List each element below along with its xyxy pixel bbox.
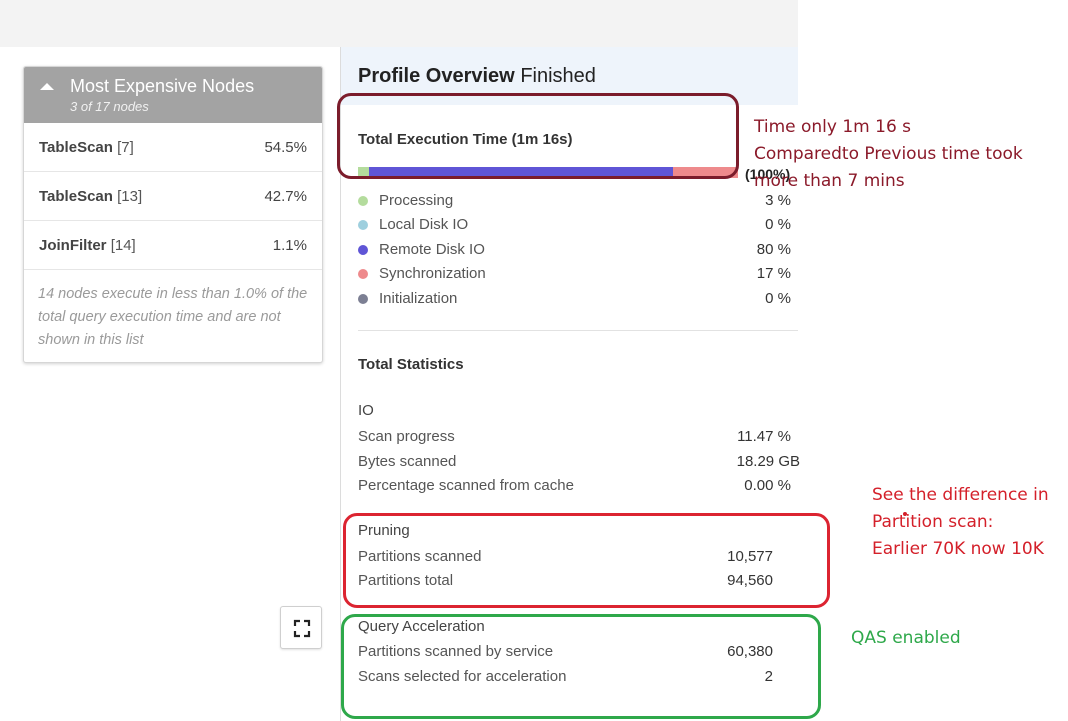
overview-status: Finished bbox=[520, 65, 596, 87]
node-row[interactable]: TableScan [13] 42.7% bbox=[24, 172, 322, 221]
node-percent: 42.7% bbox=[264, 187, 307, 205]
annotation-line: more than 7 mins bbox=[754, 171, 905, 191]
profile-overview-title: Profile Overview Finished bbox=[358, 65, 596, 88]
node-row[interactable]: TableScan [7] 54.5% bbox=[24, 123, 322, 172]
node-name: JoinFilter bbox=[39, 236, 107, 254]
legend-label: Local Disk IO bbox=[379, 216, 469, 233]
legend-dot bbox=[358, 294, 368, 304]
legend-label: Synchronization bbox=[379, 265, 486, 282]
section-divider bbox=[358, 330, 798, 331]
node-percent: 1.1% bbox=[272, 236, 307, 254]
legend-dot bbox=[358, 196, 368, 206]
stat-row: Scan progress 11.47 % bbox=[358, 426, 791, 448]
stat-value: 0.00 % bbox=[744, 477, 791, 494]
legend-row-initialization: Initialization 0 % bbox=[358, 288, 794, 310]
annotation-line: See the difference in bbox=[872, 485, 1049, 505]
annotation-line: Earlier 70K now 10K bbox=[872, 539, 1044, 559]
legend-value: 0 % bbox=[765, 290, 791, 307]
legend-label: Remote Disk IO bbox=[379, 241, 485, 258]
annotation-line: Comparedto Previous time took bbox=[754, 144, 1023, 164]
total-statistics-title: Total Statistics bbox=[358, 356, 464, 373]
legend-label: Initialization bbox=[379, 290, 458, 307]
nodes-panel-title: Most Expensive Nodes bbox=[70, 76, 255, 96]
annotation-line: Time only 1m 16 s bbox=[754, 117, 912, 137]
collapse-caret-icon[interactable] bbox=[40, 83, 54, 90]
stat-label: Percentage scanned from cache bbox=[358, 477, 574, 494]
io-group-title: IO bbox=[358, 402, 374, 419]
annotation-box-acceleration bbox=[341, 614, 821, 719]
node-index: [14] bbox=[110, 236, 136, 254]
annotation-box-execution-time bbox=[337, 93, 739, 179]
annotation-box-pruning bbox=[343, 513, 830, 608]
legend-dot bbox=[358, 245, 368, 255]
stat-value: 11.47 % bbox=[737, 428, 791, 445]
node-label: JoinFilter [14] bbox=[39, 237, 136, 254]
nodes-panel-subtitle: 3 of 17 nodes bbox=[70, 99, 149, 114]
fullscreen-icon bbox=[293, 619, 311, 638]
annotation-partition-note: See the difference in Partition scan: Ea… bbox=[872, 482, 1049, 563]
node-row[interactable]: JoinFilter [14] 1.1% bbox=[24, 221, 322, 270]
legend-label: Processing bbox=[379, 192, 454, 209]
stat-row: Percentage scanned from cache 0.00 % bbox=[358, 475, 791, 497]
top-toolbar bbox=[0, 0, 798, 47]
legend-row-synchronization: Synchronization 17 % bbox=[358, 263, 794, 285]
most-expensive-nodes-panel: Most Expensive Nodes 3 of 17 nodes Table… bbox=[23, 66, 323, 363]
legend-value: 17 % bbox=[756, 265, 791, 282]
stat-row: Bytes scanned 18.29 GB bbox=[358, 451, 800, 473]
legend-dot bbox=[358, 269, 368, 279]
stat-value: 18.29 GB bbox=[736, 453, 800, 470]
node-index: [13] bbox=[117, 187, 143, 205]
stat-label: Bytes scanned bbox=[358, 453, 457, 470]
node-name: TableScan bbox=[39, 138, 113, 156]
node-index: [7] bbox=[117, 138, 134, 156]
annotation-line: Partition scan: bbox=[872, 512, 994, 532]
legend-row-processing: Processing 3 % bbox=[358, 190, 794, 212]
annotation-dot bbox=[903, 512, 907, 516]
nodes-panel-header[interactable]: Most Expensive Nodes 3 of 17 nodes bbox=[24, 67, 322, 123]
legend-value: 80 % bbox=[756, 241, 791, 258]
legend-value: 0 % bbox=[765, 216, 791, 233]
nodes-footnote: 14 nodes execute in less than 1.0% of th… bbox=[38, 286, 308, 348]
overview-title-text: Profile Overview bbox=[358, 65, 515, 87]
annotation-time-note: Time only 1m 16 s Comparedto Previous ti… bbox=[754, 114, 1023, 195]
node-label: TableScan [7] bbox=[39, 139, 134, 156]
legend-row-remote-disk-io: Remote Disk IO 80 % bbox=[358, 239, 794, 261]
node-label: TableScan [13] bbox=[39, 188, 142, 205]
legend-row-local-disk-io: Local Disk IO 0 % bbox=[358, 214, 794, 236]
node-name: TableScan bbox=[39, 187, 113, 205]
annotation-qas-note: QAS enabled bbox=[851, 628, 961, 648]
fullscreen-button[interactable] bbox=[280, 606, 322, 649]
node-percent: 54.5% bbox=[264, 138, 307, 156]
stat-label: Scan progress bbox=[358, 428, 455, 445]
legend-dot bbox=[358, 220, 368, 230]
